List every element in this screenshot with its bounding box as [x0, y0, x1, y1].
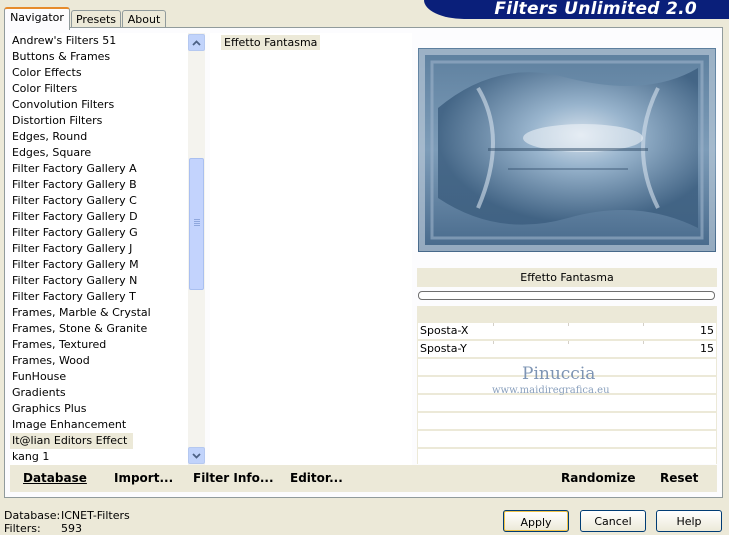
- category-item[interactable]: Filter Factory Gallery T: [10, 289, 188, 305]
- category-item[interactable]: Graphics Plus: [10, 401, 188, 417]
- database-button[interactable]: Database: [23, 465, 87, 492]
- status-database-label: Database:: [4, 509, 61, 522]
- param-label: Sposta-Y: [420, 342, 467, 355]
- param-value: 15: [700, 324, 714, 337]
- category-item[interactable]: Filter Factory Gallery D: [10, 209, 188, 225]
- category-item[interactable]: Filter Factory Gallery M: [10, 257, 188, 273]
- category-item[interactable]: Buttons & Frames: [10, 49, 188, 65]
- category-item[interactable]: kang 1: [10, 449, 188, 465]
- category-item[interactable]: Edges, Round: [10, 129, 188, 145]
- category-item[interactable]: Filter Factory Gallery J: [10, 241, 188, 257]
- randomize-button[interactable]: Randomize: [561, 465, 635, 492]
- param-row-empty: [418, 431, 716, 447]
- status-filters-value: 593: [61, 522, 82, 535]
- category-item[interactable]: Filter Factory Gallery C: [10, 193, 188, 209]
- app-title: Filters Unlimited 2.0: [494, 0, 697, 19]
- category-item[interactable]: Color Filters: [10, 81, 188, 97]
- category-item[interactable]: Color Effects: [10, 65, 188, 81]
- category-item[interactable]: Filter Factory Gallery N: [10, 273, 188, 289]
- filter-item-selected[interactable]: Effetto Fantasma: [221, 35, 321, 50]
- category-scrollbar[interactable]: [188, 33, 205, 465]
- param-row-empty: [418, 395, 716, 411]
- category-item[interactable]: Frames, Marble & Crystal: [10, 305, 188, 321]
- tab-about[interactable]: About: [122, 10, 166, 28]
- tab-navigator[interactable]: Navigator: [4, 7, 70, 30]
- scroll-down-button[interactable]: [188, 447, 205, 464]
- category-item[interactable]: FunHouse: [10, 369, 188, 385]
- category-item[interactable]: Andrew's Filters 51: [10, 33, 188, 49]
- category-item[interactable]: Convolution Filters: [10, 97, 188, 113]
- watermark-url: www.maidiregrafica.eu: [492, 385, 610, 396]
- param-row-sposta-y[interactable]: Sposta-Y 15: [418, 341, 716, 357]
- filter-info-button[interactable]: Filter Info...: [193, 465, 274, 492]
- status-filters: Filters: 593: [4, 522, 82, 535]
- chevron-down-icon: [192, 452, 201, 459]
- bottom-toolbar: Database Import... Filter Info... Editor…: [10, 465, 717, 492]
- scroll-thumb[interactable]: [189, 158, 204, 290]
- status-database-value: ICNET-Filters: [61, 509, 130, 522]
- category-item[interactable]: Edges, Square: [10, 145, 188, 161]
- param-value: 15: [700, 342, 714, 355]
- title-banner: Filters Unlimited 2.0: [424, 0, 729, 19]
- category-item[interactable]: Distortion Filters: [10, 113, 188, 129]
- category-item-selected[interactable]: It@lian Editors Effect: [10, 433, 134, 449]
- cancel-button[interactable]: Cancel: [580, 510, 646, 532]
- category-item[interactable]: Filter Factory Gallery B: [10, 177, 188, 193]
- param-row-empty: [418, 449, 716, 464]
- category-item[interactable]: Frames, Wood: [10, 353, 188, 369]
- reset-button[interactable]: Reset: [660, 465, 698, 492]
- status-filters-label: Filters:: [4, 522, 41, 535]
- editor-button[interactable]: Editor...: [290, 465, 343, 492]
- category-item[interactable]: Frames, Stone & Granite: [10, 321, 188, 337]
- category-item[interactable]: Filter Factory Gallery A: [10, 161, 188, 177]
- filter-preview: [418, 48, 716, 252]
- category-item[interactable]: Image Enhancement: [10, 417, 188, 433]
- category-list[interactable]: Andrew's Filters 51 Buttons & Frames Col…: [10, 33, 188, 465]
- watermark-name: Pinuccia: [522, 364, 596, 384]
- category-item[interactable]: Gradients: [10, 385, 188, 401]
- scroll-up-button[interactable]: [188, 34, 205, 51]
- param-row-sposta-x[interactable]: Sposta-X 15: [418, 323, 716, 339]
- chevron-up-icon: [192, 39, 201, 46]
- status-database: Database: ICNET-Filters: [4, 509, 130, 522]
- import-button[interactable]: Import...: [114, 465, 173, 492]
- apply-button[interactable]: Apply: [503, 510, 569, 532]
- category-item[interactable]: Filter Factory Gallery G: [10, 225, 188, 241]
- param-row-empty: [418, 413, 716, 429]
- tab-presets[interactable]: Presets: [71, 10, 121, 28]
- category-item[interactable]: Frames, Textured: [10, 337, 188, 353]
- preview-image: [418, 48, 716, 252]
- param-label: Sposta-X: [420, 324, 469, 337]
- filter-list[interactable]: Effetto Fantasma: [210, 33, 412, 465]
- filter-name-label: Effetto Fantasma: [417, 268, 717, 287]
- progress-bar: [418, 291, 715, 300]
- help-button[interactable]: Help: [656, 510, 722, 532]
